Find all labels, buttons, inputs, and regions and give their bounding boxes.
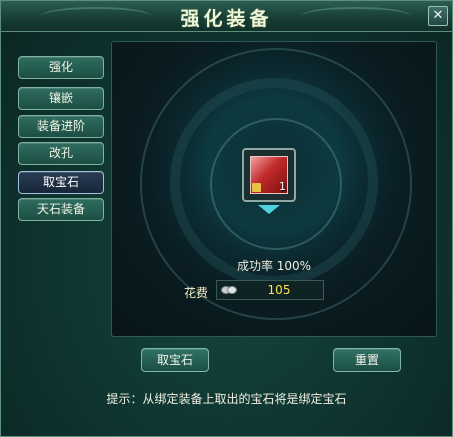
title-bar[interactable]: 强化装备 ✕ (1, 1, 452, 32)
nav-enhance[interactable]: 强化 (18, 56, 104, 79)
bound-lock-icon (252, 183, 261, 192)
window-title: 强化装备 (180, 8, 273, 30)
tip-text: 提示：从绑定装备上取出的宝石将是绑定宝石 (106, 392, 347, 406)
fee-box: 105 (216, 280, 324, 300)
fee-label: 花费 (184, 286, 209, 300)
nav-modify-socket[interactable]: 改孔 (18, 142, 104, 165)
item-count: 1 (279, 180, 286, 193)
extract-stage: 1 成功率 100% 花费 105 (111, 41, 437, 337)
silver-coin-icon (221, 286, 237, 294)
armor-item-icon[interactable]: 1 (250, 156, 288, 194)
success-rate: 成功率 100% (236, 259, 312, 273)
equipment-slot[interactable]: 1 (242, 148, 296, 202)
enhance-equipment-window: 强化装备 ✕ 强化 镶嵌 装备进阶 改孔 取宝石 天石装备 1 成功率 100%… (0, 0, 453, 437)
close-button[interactable]: ✕ (428, 6, 448, 26)
fee-value: 105 (267, 283, 291, 297)
down-arrow-icon (258, 205, 280, 214)
extract-gem-button[interactable]: 取宝石 (141, 348, 209, 372)
nav-sky-stone[interactable]: 天石装备 (18, 198, 104, 221)
nav-inlay[interactable]: 镶嵌 (18, 87, 104, 110)
reset-button[interactable]: 重置 (333, 348, 401, 372)
nav-extract-gem[interactable]: 取宝石 (18, 171, 104, 194)
nav-advance[interactable]: 装备进阶 (18, 115, 104, 138)
